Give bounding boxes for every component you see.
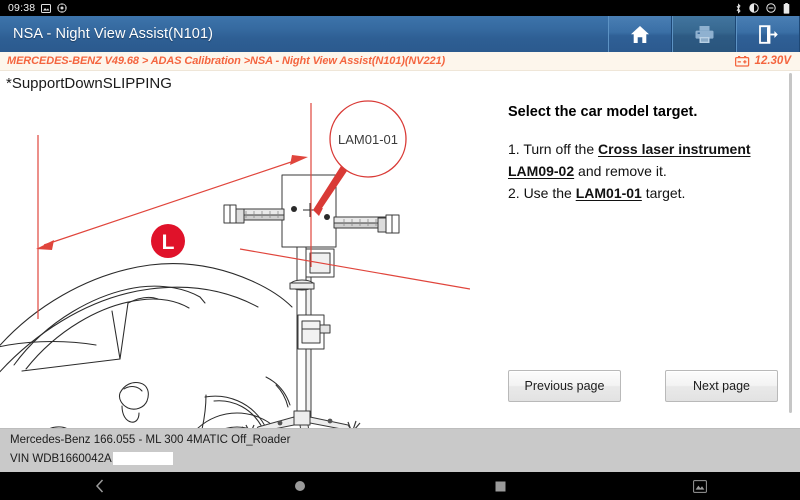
app-title-bar: NSA - Night View Assist(N101) (0, 16, 800, 53)
breadcrumb-bar: MERCEDES-BENZ V49.68 > ADAS Calibration … (0, 52, 800, 71)
page-title: NSA - Night View Assist(N101) (13, 26, 214, 42)
screenshot-icon (41, 3, 52, 13)
vin-text: VIN WDB1660042A (10, 452, 112, 465)
exit-button[interactable] (736, 16, 800, 52)
do-not-disturb-icon (766, 3, 776, 13)
voltage-indicator: 12.30V (734, 55, 800, 67)
chevron-left-icon (94, 478, 106, 494)
nav-back-button[interactable] (0, 472, 200, 500)
vehicle-vin: VIN WDB1660042A (10, 452, 173, 465)
adas-calibration-diagram: L LAM01-01 (0, 97, 470, 428)
instruction-step-2: 2. Use the LAM01-01 target. (508, 182, 783, 204)
square-icon (495, 481, 506, 492)
home-button[interactable] (608, 16, 672, 52)
print-button[interactable] (672, 16, 736, 52)
nav-home-button[interactable] (200, 472, 400, 500)
home-icon (630, 25, 650, 44)
step1-prefix: 1. Turn off the (508, 141, 599, 157)
circle-icon (294, 480, 306, 492)
vehicle-info-bar: Mercedes-Benz 166.055 - ML 300 4MATIC Of… (0, 428, 800, 472)
settings-gear-icon (57, 3, 67, 13)
instruction-panel: Select the car model target. 1. Turn off… (478, 71, 788, 428)
instruction-steps: 1. Turn off the Cross laser instrument L… (508, 138, 783, 204)
svg-text:L: L (162, 231, 175, 254)
voltage-value: 12.30V (754, 55, 791, 67)
battery-icon (734, 55, 750, 67)
android-nav-bar (0, 472, 800, 500)
tablet-screen: 09:38 NSA - Night View Assist(N101) MERC… (0, 0, 800, 500)
step2-prefix: 2. Use the (508, 185, 576, 201)
l-marker: L (151, 224, 185, 258)
pagination-buttons: Previous page Next page (508, 370, 778, 402)
android-status-bar: 09:38 (0, 0, 800, 16)
step1-suffix: and remove it. (574, 163, 667, 179)
previous-page-button[interactable]: Previous page (508, 370, 621, 402)
titlebar-actions (608, 16, 800, 52)
step2-link[interactable]: LAM01-01 (576, 185, 642, 201)
printer-icon (694, 25, 715, 44)
instruction-title: Select the car model target. (508, 104, 698, 120)
vin-redaction-mask (112, 452, 173, 465)
nav-screenshot-button[interactable] (600, 472, 800, 500)
status-bar-left: 09:38 (0, 2, 67, 14)
nav-recents-button[interactable] (400, 472, 600, 500)
step2-suffix: target. (641, 185, 686, 201)
status-bar-right (735, 2, 800, 14)
battery-icon (783, 2, 790, 14)
support-note: *SupportDownSLIPPING (6, 75, 172, 92)
vehicle-model: Mercedes-Benz 166.055 - ML 300 4MATIC Of… (10, 434, 291, 446)
bluetooth-icon (735, 2, 742, 14)
instruction-step-1: 1. Turn off the Cross laser instrument L… (508, 138, 783, 182)
breadcrumb: MERCEDES-BENZ V49.68 > ADAS Calibration … (7, 55, 446, 67)
status-bar-clock: 09:38 (8, 2, 36, 14)
next-page-button[interactable]: Next page (665, 370, 778, 402)
screenshot-icon (693, 479, 707, 493)
svg-text:LAM01-01: LAM01-01 (338, 132, 398, 147)
brightness-icon (749, 3, 759, 13)
main-content: *SupportDownSLIPPING L LAM01-01 Select t… (0, 71, 800, 428)
exit-icon (758, 24, 779, 44)
vertical-scrollbar[interactable] (789, 73, 792, 413)
